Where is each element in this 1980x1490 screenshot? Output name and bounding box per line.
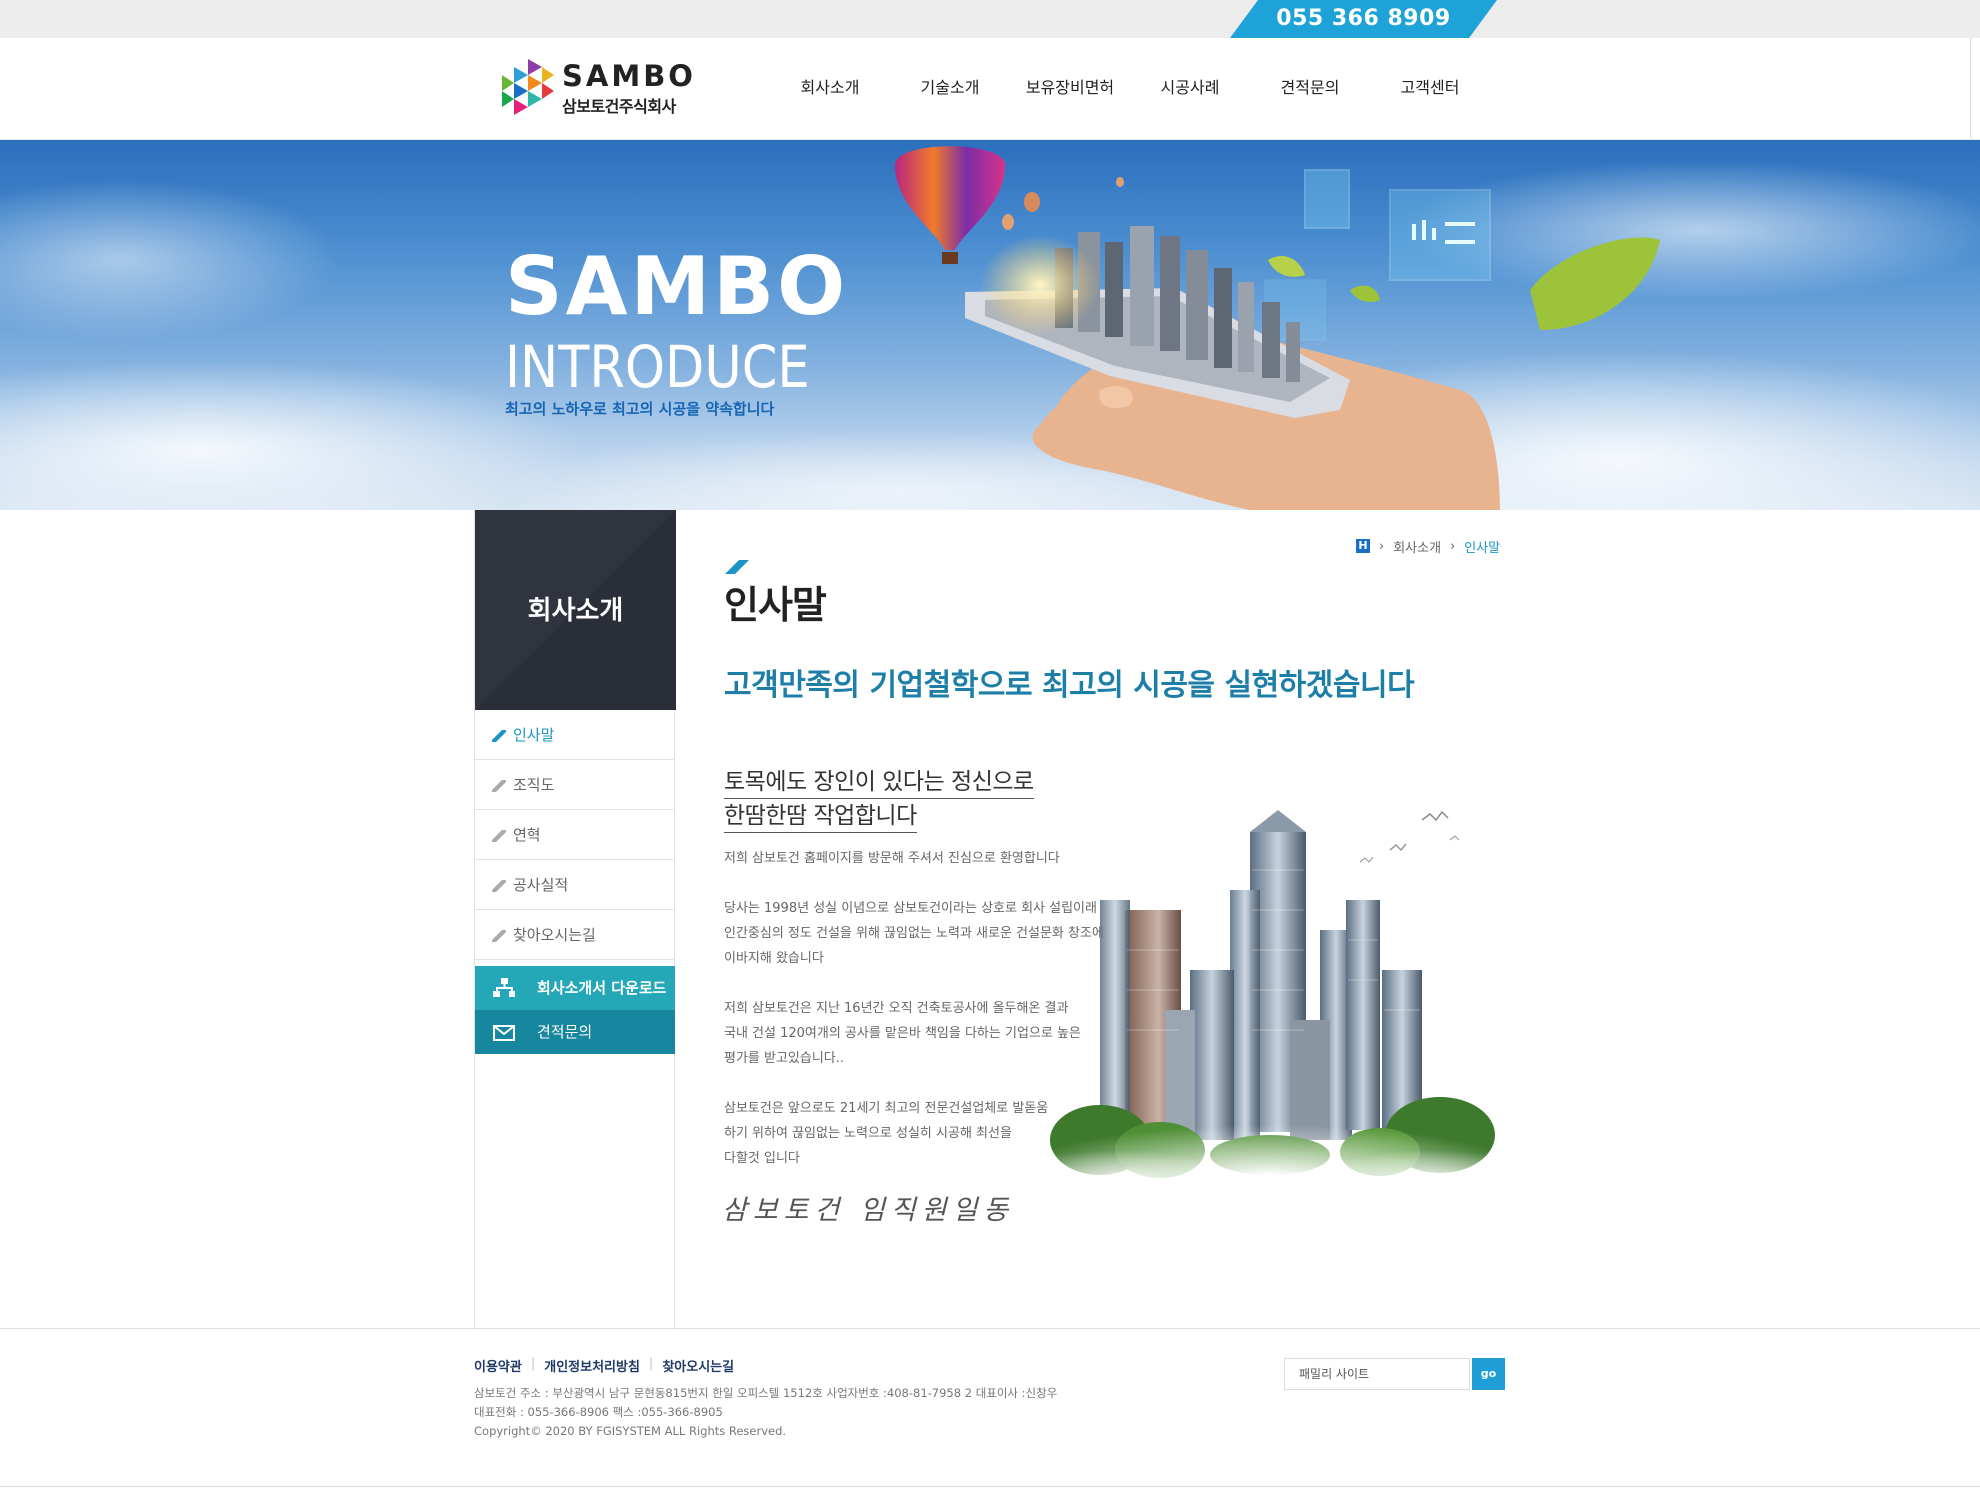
sidebar-item-label: 인사말 bbox=[513, 726, 555, 744]
sidebar-item-projects[interactable]: 공사실적 bbox=[475, 860, 675, 910]
logo[interactable]: SAMBO 삼보토건주식회사 bbox=[498, 55, 693, 119]
paragraph-future: 삼보토건은 앞으로도 21세기 최고의 전문건설업체로 발돋움 하기 위하여 끊… bbox=[724, 1096, 1048, 1171]
bottom-divider bbox=[0, 1486, 1980, 1487]
family-site-select[interactable]: 패밀리 사이트 bbox=[1284, 1358, 1470, 1390]
title-accent-icon bbox=[725, 560, 749, 574]
heading-line-2: 한땀한땀 작업합니다 bbox=[724, 796, 917, 833]
slash-icon bbox=[492, 880, 506, 892]
chevron-right-icon: › bbox=[1450, 538, 1456, 554]
slash-icon bbox=[492, 830, 506, 842]
paragraph-line: 삼보토건은 앞으로도 21세기 최고의 전문건설업체로 발돋움 bbox=[724, 1101, 1049, 1116]
slash-icon bbox=[492, 730, 506, 742]
chevron-right-icon: › bbox=[1379, 538, 1385, 554]
download-brochure-button[interactable]: 회사소개서 다운로드 bbox=[475, 966, 675, 1010]
signature: 삼보토건 임직원일동 bbox=[722, 1195, 1015, 1226]
right-divider bbox=[1970, 38, 1971, 138]
mail-icon bbox=[493, 1025, 515, 1041]
download-brochure-label: 회사소개서 다운로드 bbox=[537, 979, 667, 997]
sidebar-item-label: 찾아오시는길 bbox=[513, 926, 596, 944]
paragraph-line: 저희 삼보토건은 지난 16년간 오직 건축토공사에 올두해온 결과 bbox=[724, 1001, 1069, 1016]
hero-tagline: 최고의 노하우로 최고의 시공을 약속합니다 bbox=[505, 400, 775, 418]
phone-tab[interactable]: 055 366 8909 bbox=[1230, 0, 1497, 38]
main-nav: 회사소개 기술소개 보유장비면허 시공사례 견적문의 고객센터 bbox=[770, 38, 1490, 140]
footer-contact: 대표전화 : 055-366-8906 팩스 :055-366-8905 bbox=[474, 1405, 723, 1419]
footer-company-info: 삼보토건 주소 : 부산광역시 남구 문현동815번지 한일 오피스텔 1512… bbox=[474, 1384, 1057, 1441]
paragraph-welcome: 저희 삼보토건 홈페이지를 방문해 주셔서 진심으로 환영합니다 bbox=[724, 846, 1060, 871]
nav-item-support[interactable]: 고객센터 bbox=[1370, 38, 1490, 140]
sidebar-item-history[interactable]: 연혁 bbox=[475, 810, 675, 860]
logo-mark-icon bbox=[502, 59, 554, 115]
sidebar-header: 회사소개 bbox=[475, 510, 676, 710]
paragraph-line: 저희 삼보토건 홈페이지를 방문해 주셔서 진심으로 환영합니다 bbox=[724, 851, 1060, 866]
nav-item-company[interactable]: 회사소개 bbox=[770, 38, 890, 140]
nav-item-technology[interactable]: 기술소개 bbox=[890, 38, 1010, 140]
footer-link-directions[interactable]: 찾아오시는길 bbox=[662, 1356, 734, 1375]
sidebar-item-organization[interactable]: 조직도 bbox=[475, 760, 675, 810]
paragraph-line: 평가를 받고있습니다.. bbox=[724, 1051, 845, 1066]
slash-icon bbox=[492, 780, 506, 792]
nav-item-cases[interactable]: 시공사례 bbox=[1130, 38, 1250, 140]
footer-links: 이용약관 | 개인정보처리방침 | 찾아오시는길 bbox=[474, 1356, 734, 1375]
estimate-label: 견적문의 bbox=[537, 1023, 593, 1041]
top-strip bbox=[0, 0, 1980, 38]
breadcrumb-parent[interactable]: 회사소개 bbox=[1393, 537, 1441, 556]
sidebar-item-label: 연혁 bbox=[513, 826, 541, 844]
footer-address: 삼보토건 주소 : 부산광역시 남구 문현동815번지 한일 오피스텔 1512… bbox=[474, 1386, 1058, 1400]
estimate-button[interactable]: 견적문의 bbox=[475, 1010, 675, 1054]
hero-illustration bbox=[0, 146, 1980, 510]
sidebar-item-greeting[interactable]: 인사말 bbox=[475, 710, 675, 760]
breadcrumb: H › 회사소개 › 인사말 bbox=[1356, 536, 1500, 556]
page-title: 인사말 bbox=[724, 583, 827, 627]
home-icon[interactable]: H bbox=[1356, 539, 1370, 553]
nav-item-estimate[interactable]: 견적문의 bbox=[1250, 38, 1370, 140]
slash-icon bbox=[492, 930, 506, 942]
hero-title: SAMBO bbox=[505, 240, 849, 333]
sidebar-title: 회사소개 bbox=[527, 596, 624, 626]
city-illustration bbox=[1030, 810, 1510, 1220]
paragraph-experience: 저희 삼보토건은 지난 16년간 오직 건축토공사에 올두해온 결과 국내 건설… bbox=[724, 996, 1081, 1071]
logo-text-ko: 삼보토건주식회사 bbox=[562, 97, 676, 116]
sidebar: 회사소개 인사말 조직도 연혁 공사실적 찾아오시는길 회사소개서 다운로드 견… bbox=[474, 510, 676, 1330]
footer-divider bbox=[0, 1328, 1980, 1329]
paragraph-line: 국내 건설 120여개의 공사를 맡은바 책임을 다하는 기업으로 높은 bbox=[724, 1026, 1081, 1041]
sidebar-item-label: 공사실적 bbox=[513, 876, 569, 894]
nav-item-equipment[interactable]: 보유장비면허 bbox=[1010, 38, 1130, 140]
phone-number: 055 366 8909 bbox=[1276, 6, 1451, 31]
footer-separator: | bbox=[648, 1356, 654, 1371]
sidebar-menu: 인사말 조직도 연혁 공사실적 찾아오시는길 bbox=[475, 710, 675, 960]
footer-link-privacy[interactable]: 개인정보처리방침 bbox=[544, 1356, 640, 1375]
lead-text: 고객만족의 기업철학으로 최고의 시공을 실현하겠습니다 bbox=[724, 668, 1415, 703]
footer-copyright: Copyright© 2020 BY FGISYSTEM ALL Rights … bbox=[474, 1424, 787, 1438]
sidebar-item-label: 조직도 bbox=[513, 776, 555, 794]
paragraph-line: 다할것 입니다 bbox=[724, 1151, 800, 1166]
paragraph-line: 하기 위하여 끊임없는 노력으로 성실히 시공해 최선을 bbox=[724, 1126, 1012, 1141]
breadcrumb-current: 인사말 bbox=[1464, 540, 1501, 556]
hero-banner: SAMBO INTRODUCE 최고의 노하우로 최고의 시공을 약속합니다 bbox=[0, 140, 1980, 510]
footer-link-terms[interactable]: 이용약관 bbox=[474, 1356, 522, 1375]
hero-subtitle: INTRODUCE bbox=[505, 333, 810, 401]
heading-line-1: 토목에도 장인이 있다는 정신으로 bbox=[724, 762, 1034, 799]
go-button[interactable]: go bbox=[1472, 1358, 1505, 1390]
footer-separator: | bbox=[530, 1356, 536, 1371]
sidebar-item-directions[interactable]: 찾아오시는길 bbox=[475, 910, 675, 960]
header: SAMBO 삼보토건주식회사 회사소개 기술소개 보유장비면허 시공사례 견적문… bbox=[0, 38, 1980, 140]
logo-text-en: SAMBO bbox=[562, 59, 696, 93]
sitemap-icon bbox=[493, 978, 515, 997]
